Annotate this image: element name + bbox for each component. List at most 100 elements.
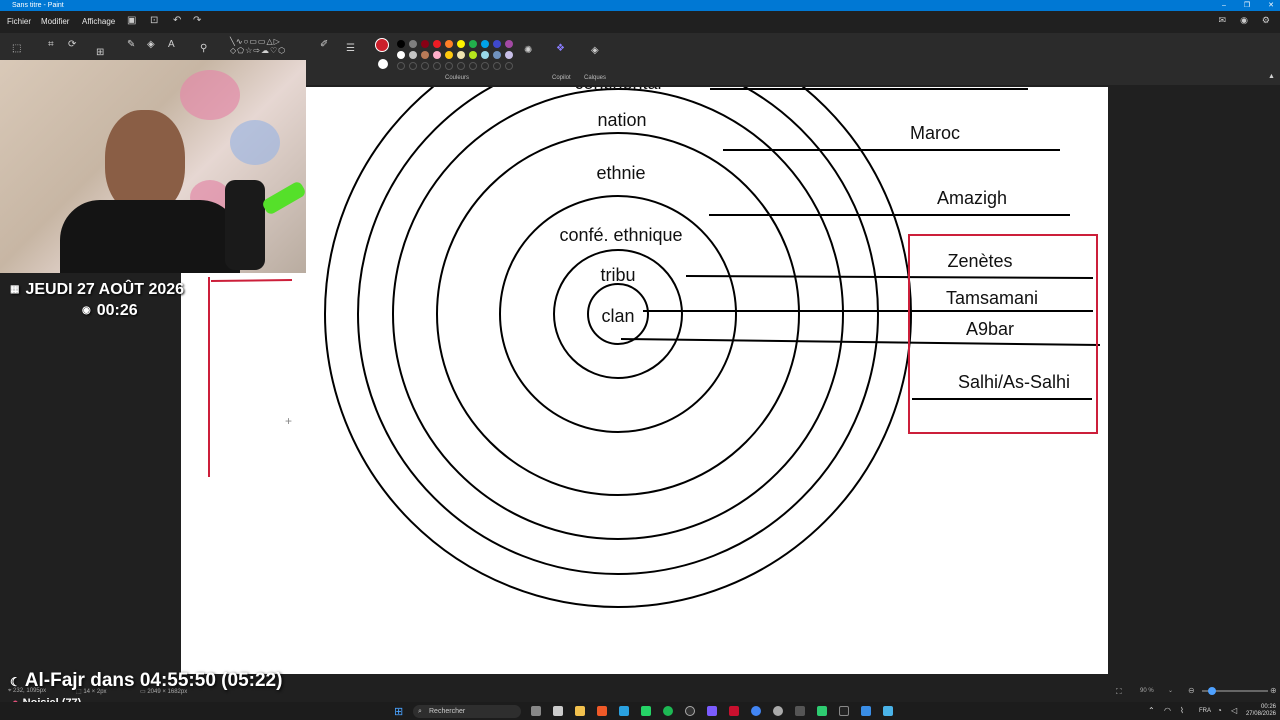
custom-color-slot[interactable] <box>409 62 417 70</box>
label-confederation: confé. ethnique <box>559 225 682 245</box>
tray-chevron-icon[interactable]: ⌃ <box>1148 706 1155 715</box>
palette-swatch[interactable] <box>457 51 465 59</box>
palette-swatch[interactable] <box>481 40 489 48</box>
select-icon[interactable]: ⬚ <box>12 43 21 54</box>
zoom-slider[interactable] <box>1202 687 1268 695</box>
brush-icon[interactable]: ⚲ <box>200 43 207 54</box>
whatsapp-icon[interactable] <box>641 706 651 716</box>
palette-swatch[interactable] <box>457 40 465 48</box>
fit-screen-icon[interactable]: ⛶ <box>1116 687 1122 697</box>
zoom-out-icon[interactable]: ⊖ <box>1188 686 1195 695</box>
taskbar-search[interactable]: ⌕ Rechercher <box>413 705 521 718</box>
capcut-icon[interactable] <box>839 706 849 716</box>
label-ethnie: ethnie <box>596 163 645 183</box>
custom-color-slot[interactable] <box>469 62 477 70</box>
zoom-value[interactable]: 90 % <box>1140 688 1154 694</box>
primary-color-swatch[interactable] <box>375 38 389 52</box>
zoom-slider-thumb[interactable] <box>1208 687 1216 695</box>
custom-color-slot[interactable] <box>397 62 405 70</box>
custom-color-slot[interactable] <box>481 62 489 70</box>
close-button[interactable]: ✕ <box>1268 0 1274 11</box>
wifi-icon[interactable]: ◔ <box>1217 706 1222 715</box>
secondary-color-swatch[interactable] <box>378 59 388 69</box>
discord-icon[interactable] <box>707 706 717 716</box>
taskview-icon[interactable] <box>531 706 541 716</box>
save-icon[interactable]: ▣ <box>127 15 136 26</box>
photos-icon[interactable] <box>861 706 871 716</box>
fill-icon[interactable]: ◈ <box>147 39 155 50</box>
menu-file[interactable]: Fichier <box>7 17 31 26</box>
shapes-icon[interactable]: ╲∿○▭▭△▷ ◇⬠☆⇨☁♡⬡ <box>230 37 286 55</box>
app-icon[interactable] <box>817 706 827 716</box>
github-icon[interactable] <box>685 706 695 716</box>
account-icon[interactable]: ◉ <box>1240 15 1248 26</box>
language-indicator[interactable]: FRA <box>1199 708 1211 714</box>
brave-icon[interactable] <box>597 706 607 716</box>
explorer-icon[interactable] <box>575 706 585 716</box>
layers-icon[interactable]: ◈ <box>591 45 599 56</box>
custom-color-slot[interactable] <box>505 62 513 70</box>
palette-swatch[interactable] <box>433 40 441 48</box>
palette-swatch[interactable] <box>469 40 477 48</box>
start-button-icon[interactable]: ⊞ <box>394 705 403 718</box>
chrome-icon[interactable] <box>751 706 761 716</box>
menu-view[interactable]: Affichage <box>82 17 115 26</box>
maximize-button[interactable]: ❐ <box>1244 0 1250 11</box>
palette-swatch[interactable] <box>469 51 477 59</box>
minimize-button[interactable]: – <box>1222 0 1226 11</box>
size-icon[interactable]: ☰ <box>346 43 355 54</box>
palette-swatch[interactable] <box>421 40 429 48</box>
undo-icon[interactable]: ↶ <box>173 15 181 26</box>
custom-color-slot[interactable] <box>433 62 441 70</box>
volume-icon[interactable]: ◁ <box>1231 706 1237 715</box>
color-wheel-icon[interactable]: ✺ <box>524 45 532 56</box>
palette-swatch[interactable] <box>397 51 405 59</box>
telegram-icon[interactable] <box>619 706 629 716</box>
zoom-dropdown-icon[interactable]: ⌄ <box>1168 687 1173 694</box>
palette-swatch[interactable] <box>505 40 513 48</box>
custom-color-slot[interactable] <box>493 62 501 70</box>
drawing-canvas[interactable]: continental nation ethnie confé. ethniqu… <box>181 20 1108 674</box>
custom-color-slot[interactable] <box>421 62 429 70</box>
palette-swatch[interactable] <box>409 51 417 59</box>
palette-swatch[interactable] <box>493 40 501 48</box>
colors-label: Couleurs <box>445 75 470 81</box>
custom-color-slot[interactable] <box>445 62 453 70</box>
terminal-icon[interactable] <box>795 706 805 716</box>
copilot-icon[interactable]: ❖ <box>556 43 565 54</box>
redo-icon[interactable]: ↷ <box>193 15 201 26</box>
palette-swatch[interactable] <box>445 40 453 48</box>
palette-swatch[interactable] <box>481 51 489 59</box>
palette-swatch[interactable] <box>409 40 417 48</box>
palette-swatch[interactable] <box>505 51 513 59</box>
crop-icon[interactable]: ⌗ <box>48 39 54 50</box>
rotate-icon[interactable]: ⟳ <box>68 39 76 50</box>
date-overlay: ▦ JEUDI 27 AOÛT 2026 <box>10 281 184 299</box>
menu-edit[interactable]: Modifier <box>41 17 69 26</box>
text-icon[interactable]: A <box>168 39 175 50</box>
pencil-icon[interactable]: ✎ <box>127 39 135 50</box>
microphone-arm <box>260 180 306 216</box>
opera-icon[interactable] <box>729 706 739 716</box>
share-icon[interactable]: ⊡ <box>150 15 158 26</box>
ribbon-collapse-icon[interactable]: ▲ <box>1268 73 1275 80</box>
spotify-icon[interactable] <box>663 706 673 716</box>
palette-swatch[interactable] <box>493 51 501 59</box>
network-icon[interactable]: ⌇ <box>1180 706 1184 715</box>
microphone <box>225 180 265 270</box>
image-search-icon[interactable]: ⊞ <box>96 47 104 58</box>
settings-icon[interactable]: ⚙ <box>1262 15 1270 26</box>
taskbar-clock[interactable]: 00:26 27/08/2026 <box>1246 704 1276 718</box>
palette-swatch[interactable] <box>421 51 429 59</box>
palette-swatch[interactable] <box>433 51 441 59</box>
paint-icon[interactable] <box>883 706 893 716</box>
chatgpt-icon[interactable] <box>773 706 783 716</box>
palette-swatch[interactable] <box>397 40 405 48</box>
palette-swatch[interactable] <box>445 51 453 59</box>
custom-color-slot[interactable] <box>457 62 465 70</box>
zoom-in-icon[interactable]: ⊕ <box>1270 686 1277 695</box>
outline-icon[interactable]: ✐ <box>320 39 328 50</box>
headset-icon[interactable]: ◠ <box>1164 706 1171 715</box>
feedback-icon[interactable]: ✉ <box>1219 15 1227 26</box>
store-icon[interactable] <box>553 706 563 716</box>
